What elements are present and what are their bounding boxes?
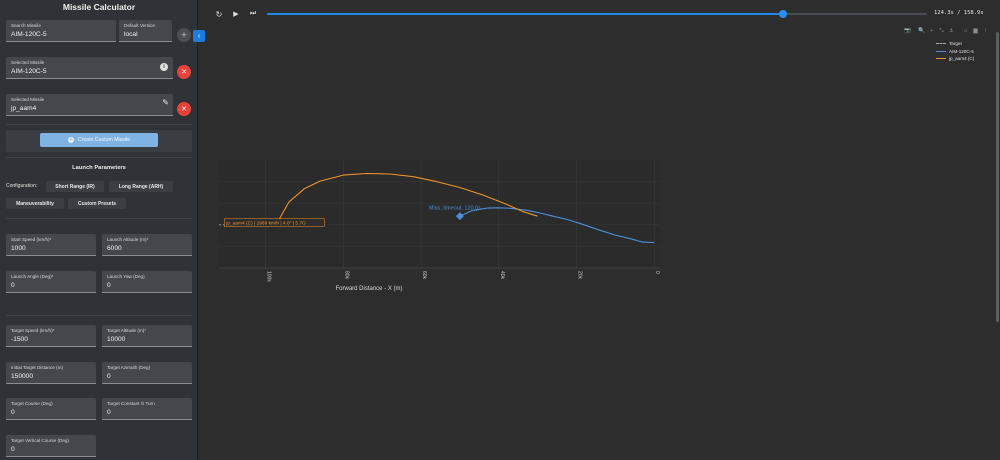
target-constant-g-turn-field[interactable]: Target Constant G Turn 0 [102,398,192,420]
add-missile-button[interactable]: + [177,28,191,42]
field-label: Launch Yaw (Deg) [107,274,145,279]
field-value: 10000 [107,336,126,343]
legend-label: jp_aam4 (C) [949,56,975,62]
x-tick-label: 40k [499,271,505,280]
preset-long-range-arh[interactable]: Long Range (ARH) [109,181,173,192]
field-value: 0 [11,282,15,289]
legend-swatch [936,58,946,60]
field-value: 0 [107,409,111,416]
field-label: Target Vertical Course (Deg) [11,438,69,443]
initial-target-distance-field[interactable]: Initial Target Distance (m) 150000 [6,362,96,384]
field-value: 6000 [107,245,122,252]
plot-area [219,160,660,268]
field-label: Target Altitude (m)* [107,328,147,333]
collapse-sidebar-button[interactable]: ‹ [193,30,205,42]
configuration-label: Configuration: [6,183,38,189]
legend-swatch [936,43,946,45]
target-speed-field[interactable]: Target Speed (km/h)* -1500 [6,325,96,347]
preset-maneuverability[interactable]: Maneuverability [6,198,64,209]
vertical-scrollbar[interactable] [996,32,999,322]
target-course-field[interactable]: Target Course (Deg) 0 [6,398,96,420]
field-value: 150000 [11,373,34,380]
field-label: Initial Target Distance (m) [11,365,63,370]
selected-missile-1-field[interactable]: Selected Missile AIM-120C-5 i [6,57,173,79]
field-value: 0 [11,446,15,453]
selected-missile-1-label: Selected Missile [11,60,45,65]
plus-icon: + [181,29,187,40]
divider [6,315,192,316]
field-value: 1000 [11,245,26,252]
info-icon[interactable]: i [160,63,168,71]
divider [6,218,192,219]
trajectory-plot[interactable]: 100k 80k 60k 40k 20k 0 Forward Distance - X (m… [199,0,1000,460]
create-custom-missile-button[interactable]: + Create Custom Missile [40,133,158,147]
field-value: -1500 [11,336,28,343]
launch-parameters-title: Launch Parameters [72,165,126,171]
jp-aam4-label: jp_aam4 (C) | 1989 km/h | 4.0° | 5.7G [225,221,306,227]
search-missile-value: AIM-120C-5 [11,31,47,38]
launch-yaw-field[interactable]: Launch Yaw (Deg) 0 [102,271,192,293]
field-value: 0 [107,282,111,289]
x-tick-label: 60k [421,271,427,280]
close-icon: ✕ [181,68,187,76]
x-tick-label: 0 [654,271,660,274]
field-label: Target Course (Deg) [11,401,53,406]
x-axis-title: Forward Distance - X (m) [335,286,402,292]
divider [6,124,192,125]
legend-item-target[interactable]: Target [936,40,974,48]
preset-short-range-ir[interactable]: Short Range (IR) [46,181,104,192]
create-custom-panel: + Create Custom Missile [6,130,192,152]
legend-item-jp-aam4[interactable]: jp_aam4 (C) [936,55,974,63]
legend-label: Target [949,41,962,47]
x-tick-label: 80k [343,271,349,280]
target-azimuth-field[interactable]: Target Azimuth (Deg) 0 [102,362,192,384]
field-label: Start Speed (km/h)* [11,237,52,242]
close-icon: ✕ [181,105,187,113]
legend-item-aim120[interactable]: AIM-120C-5 [936,48,974,56]
selected-missile-2-value: jp_aam4 [11,105,37,112]
remove-missile-1-button[interactable]: ✕ [177,65,191,79]
field-label: Target Azimuth (Deg) [107,365,151,370]
target-vertical-course-field[interactable]: Target Vertical Course (Deg) 0 [6,435,96,457]
edit-icon[interactable]: ✎ [162,98,169,107]
miss-annotation: Miss, timeout, 120.0s [429,206,481,212]
search-missile-input[interactable]: Search Missile AIM-120C-5 [6,20,116,42]
selected-missile-2-label: Selected Missile [11,97,45,102]
field-label: Launch Angle (Deg)* [11,274,54,279]
chevron-left-icon: ‹ [197,32,201,40]
create-custom-missile-label: Create Custom Missile [77,137,131,143]
default-version-value: local [124,31,138,38]
chart-legend: Target AIM-120C-5 jp_aam4 (C) [936,40,974,63]
start-speed-field[interactable]: Start Speed (km/h)* 1000 [6,234,96,256]
launch-altitude-field[interactable]: Launch Altitude (m)* 6000 [102,234,192,256]
target-altitude-field[interactable]: Target Altitude (m)* 10000 [102,325,192,347]
field-label: Target Constant G Turn [107,401,155,406]
field-value: 0 [11,409,15,416]
remove-missile-2-button[interactable]: ✕ [177,102,191,116]
field-label: Launch Altitude (m)* [107,237,149,242]
divider [6,157,192,158]
default-version-label: Default Version [124,23,156,28]
app-title: Missile Calculator [62,2,136,12]
x-tick-label: 100k [266,271,272,282]
default-version-select[interactable]: Default Version local [119,20,172,42]
search-missile-label: Search Missile [11,23,41,28]
preset-custom-presets[interactable]: Custom Presets [68,198,126,209]
field-value: 0 [107,373,111,380]
legend-label: AIM-120C-5 [949,48,974,54]
selected-missile-2-field[interactable]: Selected Missile jp_aam4 ✎ [6,94,173,116]
legend-swatch [936,50,946,52]
x-tick-label: 20k [576,271,582,280]
add-circle-icon: + [67,137,74,143]
launch-angle-field[interactable]: Launch Angle (Deg)* 0 [6,271,96,293]
field-label: Target Speed (km/h)* [11,328,55,333]
sidebar: Missile Calculator Search Missile AIM-12… [0,0,198,460]
main-panel: ↻ ▶ ⏭ 124.3s / 158.9s 📷 🔍 + ⤡ ⚓ ⌂ ▆ ⁞ 10… [199,0,1000,460]
selected-missile-1-value: AIM-120C-5 [11,68,47,75]
